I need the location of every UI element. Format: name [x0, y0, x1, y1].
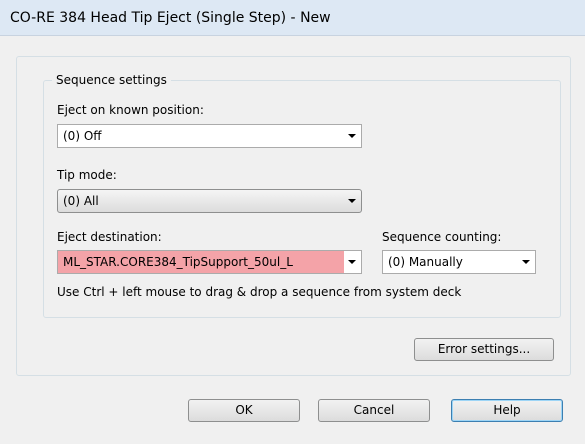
sequence-counting-value: (0) Manually	[388, 255, 463, 269]
eject-known-position-value: (0) Off	[63, 129, 102, 143]
chevron-down-icon	[344, 125, 361, 147]
tip-mode-dropdown[interactable]: (0) All	[57, 189, 362, 213]
error-settings-button[interactable]: Error settings...	[414, 338, 554, 361]
tip-mode-value: (0) All	[63, 194, 99, 208]
sequence-settings-legend: Sequence settings	[52, 73, 171, 87]
title-bar: CO-RE 384 Head Tip Eject (Single Step) -…	[0, 0, 585, 36]
ok-button[interactable]: OK	[188, 399, 300, 422]
cancel-button[interactable]: Cancel	[318, 399, 430, 422]
eject-known-position-label: Eject on known position:	[57, 103, 204, 117]
chevron-down-icon	[518, 251, 535, 273]
eject-known-position-dropdown[interactable]: (0) Off	[57, 124, 362, 148]
eject-destination-value: ML_STAR.CORE384_TipSupport_50ul_L	[63, 255, 293, 269]
sequence-counting-label: Sequence counting:	[382, 230, 502, 244]
sequence-counting-dropdown[interactable]: (0) Manually	[382, 250, 536, 274]
eject-destination-label: Eject destination:	[57, 230, 162, 244]
tip-mode-label: Tip mode:	[57, 168, 117, 182]
window-title: CO-RE 384 Head Tip Eject (Single Step) -…	[10, 10, 331, 26]
help-button[interactable]: Help	[451, 399, 563, 422]
eject-destination-dropdown[interactable]: ML_STAR.CORE384_TipSupport_50ul_L	[57, 250, 362, 274]
drag-drop-hint: Use Ctrl + left mouse to drag & drop a s…	[57, 285, 462, 299]
chevron-down-icon	[344, 251, 361, 273]
chevron-down-icon	[344, 190, 361, 212]
